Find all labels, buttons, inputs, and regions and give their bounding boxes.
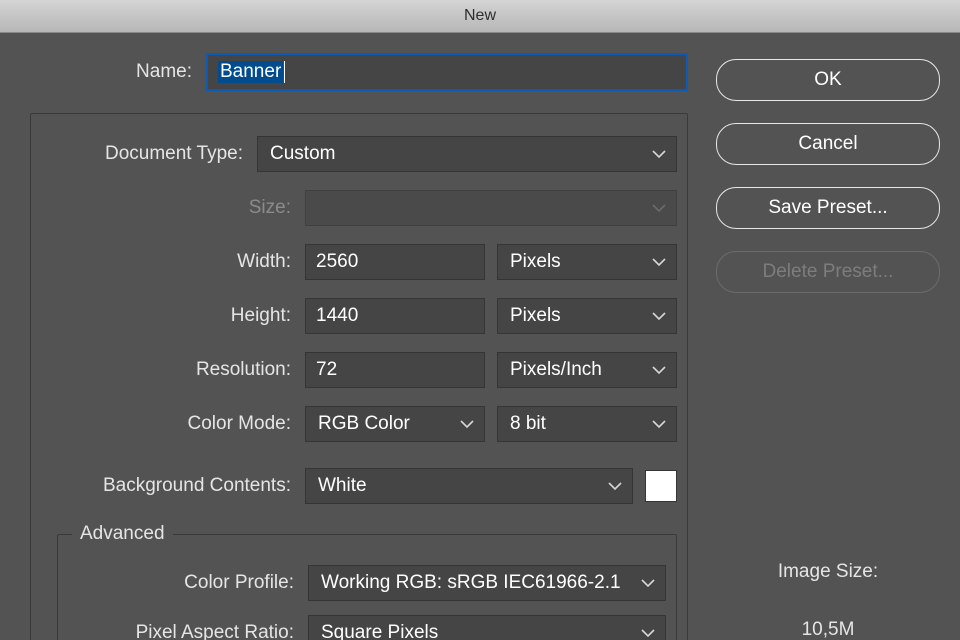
label-resolution: Resolution:	[31, 359, 305, 381]
label-doc-type: Document Type:	[31, 143, 257, 165]
row-color-mode: Color Mode: RGB Color 8 bit	[31, 406, 677, 442]
image-size-value: 10,5M	[716, 619, 940, 640]
width-unit-select[interactable]: Pixels	[497, 244, 677, 280]
label-name: Name:	[20, 61, 206, 83]
settings-group: Document Type: Custom Size:	[30, 113, 688, 640]
row-bg-contents: Background Contents: White	[31, 468, 677, 504]
chevron-down-icon	[460, 419, 474, 429]
ok-button[interactable]: OK	[716, 59, 940, 101]
bg-color-swatch[interactable]	[645, 470, 677, 502]
row-name: Name: Banner	[20, 53, 688, 91]
name-input[interactable]: Banner	[206, 53, 688, 91]
label-color-profile: Color Profile:	[58, 572, 308, 594]
chevron-down-icon	[652, 419, 666, 429]
row-doc-type: Document Type: Custom	[31, 136, 677, 172]
delete-preset-button: Delete Preset...	[716, 251, 940, 293]
label-bg-contents: Background Contents:	[31, 475, 305, 497]
color-profile-select[interactable]: Working RGB: sRGB IEC61966-2.1	[308, 565, 666, 601]
resolution-input[interactable]	[305, 352, 485, 388]
row-height: Height: Pixels	[31, 298, 677, 334]
chevron-down-icon	[652, 311, 666, 321]
dialog-title: New	[464, 7, 496, 25]
chevron-down-icon	[641, 578, 655, 588]
label-color-mode: Color Mode:	[31, 413, 305, 435]
chevron-down-icon	[652, 365, 666, 375]
name-input-selection: Banner	[218, 61, 283, 83]
label-size: Size:	[31, 197, 305, 219]
dialog-titlebar: New	[0, 0, 960, 33]
height-input[interactable]	[305, 298, 485, 334]
chevron-down-icon	[652, 203, 666, 213]
label-height: Height:	[31, 305, 305, 327]
advanced-title: Advanced	[72, 523, 173, 545]
text-caret	[284, 61, 285, 83]
pixel-aspect-select[interactable]: Square Pixels	[308, 615, 666, 640]
bit-depth-select[interactable]: 8 bit	[497, 406, 677, 442]
chevron-down-icon	[652, 149, 666, 159]
row-resolution: Resolution: Pixels/Inch	[31, 352, 677, 388]
label-pixel-aspect: Pixel Aspect Ratio:	[58, 622, 308, 640]
chevron-down-icon	[608, 481, 622, 491]
label-width: Width:	[31, 251, 305, 273]
row-size: Size:	[31, 190, 677, 226]
row-width: Width: Pixels	[31, 244, 677, 280]
advanced-group: Advanced Color Profile: Working RGB: sRG…	[57, 534, 677, 640]
size-select	[305, 190, 677, 226]
height-unit-select[interactable]: Pixels	[497, 298, 677, 334]
resolution-unit-select[interactable]: Pixels/Inch	[497, 352, 677, 388]
color-mode-select[interactable]: RGB Color	[305, 406, 485, 442]
chevron-down-icon	[641, 628, 655, 638]
doc-type-select[interactable]: Custom	[257, 136, 677, 172]
cancel-button[interactable]: Cancel	[716, 123, 940, 165]
chevron-down-icon	[652, 257, 666, 267]
image-size-label: Image Size:	[716, 381, 940, 583]
row-pixel-aspect: Pixel Aspect Ratio: Square Pixels	[58, 615, 666, 640]
width-input[interactable]	[305, 244, 485, 280]
row-color-profile: Color Profile: Working RGB: sRGB IEC6196…	[58, 565, 666, 601]
bg-contents-select[interactable]: White	[305, 468, 633, 504]
save-preset-button[interactable]: Save Preset...	[716, 187, 940, 229]
